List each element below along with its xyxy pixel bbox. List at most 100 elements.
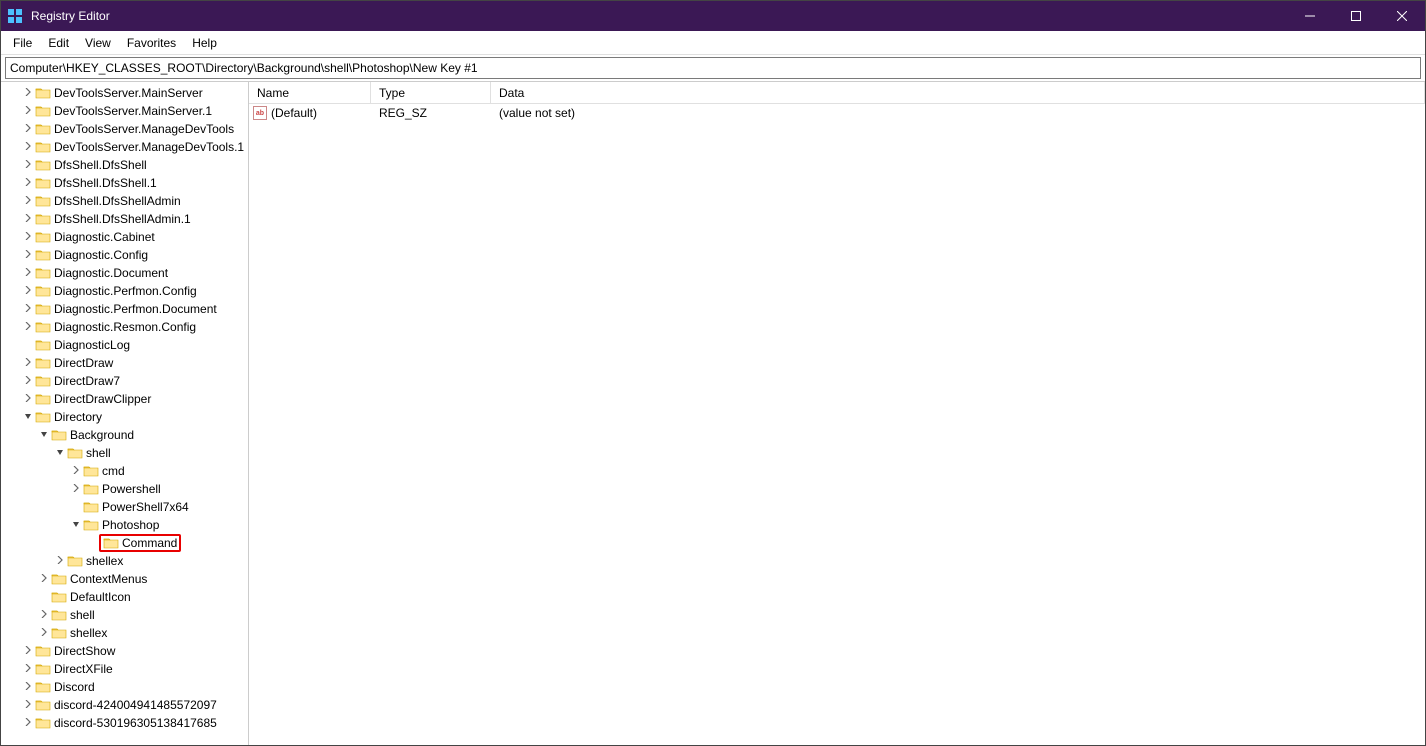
chevron-right-icon[interactable] — [21, 250, 35, 261]
tree-node[interactable]: DirectDraw — [1, 354, 248, 372]
chevron-right-icon[interactable] — [21, 214, 35, 225]
chevron-right-icon[interactable] — [21, 88, 35, 99]
folder-icon — [35, 320, 51, 334]
chevron-right-icon[interactable] — [21, 106, 35, 117]
chevron-right-icon[interactable] — [21, 394, 35, 405]
chevron-right-icon[interactable] — [21, 646, 35, 657]
tree-node[interactable]: shellex — [1, 552, 248, 570]
folder-icon — [51, 626, 67, 640]
tree-node[interactable]: Diagnostic.Document — [1, 264, 248, 282]
tree-node-label: DfsShell.DfsShell — [54, 158, 147, 172]
chevron-right-icon[interactable] — [37, 574, 51, 585]
tree-node[interactable]: Diagnostic.Resmon.Config — [1, 318, 248, 336]
chevron-right-icon[interactable] — [21, 268, 35, 279]
tree-node[interactable]: DefaultIcon — [1, 588, 248, 606]
tree-node[interactable]: Discord — [1, 678, 248, 696]
tree-node[interactable]: cmd — [1, 462, 248, 480]
folder-icon — [35, 716, 51, 730]
menu-favorites[interactable]: Favorites — [119, 33, 184, 53]
tree-node[interactable]: Diagnostic.Perfmon.Config — [1, 282, 248, 300]
tree-node[interactable]: discord-424004941485572097 — [1, 696, 248, 714]
chevron-right-icon[interactable] — [21, 718, 35, 729]
chevron-right-icon[interactable] — [37, 628, 51, 639]
tree-node[interactable]: DevToolsServer.MainServer.1 — [1, 102, 248, 120]
chevron-right-icon[interactable] — [53, 556, 67, 567]
minimize-button[interactable] — [1287, 1, 1333, 31]
tree-node[interactable]: Diagnostic.Perfmon.Document — [1, 300, 248, 318]
menu-file[interactable]: File — [5, 33, 40, 53]
header-data[interactable]: Data — [491, 82, 1425, 103]
chevron-right-icon[interactable] — [21, 124, 35, 135]
tree-node[interactable]: PowerShell7x64 — [1, 498, 248, 516]
folder-icon — [35, 662, 51, 676]
tree-panel[interactable]: DevToolsServer.MainServerDevToolsServer.… — [1, 82, 249, 745]
tree-node[interactable]: ContextMenus — [1, 570, 248, 588]
folder-icon — [67, 446, 83, 460]
chevron-right-icon[interactable] — [21, 358, 35, 369]
tree-node[interactable]: DfsShell.DfsShell — [1, 156, 248, 174]
tree-node[interactable]: DirectShow — [1, 642, 248, 660]
chevron-down-icon[interactable] — [37, 430, 51, 441]
chevron-down-icon[interactable] — [69, 520, 83, 531]
folder-icon — [35, 248, 51, 262]
chevron-right-icon[interactable] — [21, 286, 35, 297]
tree-node[interactable]: DevToolsServer.MainServer — [1, 84, 248, 102]
titlebar[interactable]: Registry Editor — [1, 1, 1425, 31]
tree-node[interactable]: DfsShell.DfsShellAdmin — [1, 192, 248, 210]
value-row[interactable]: ab(Default)REG_SZ(value not set) — [249, 104, 1425, 122]
tree-node[interactable]: Photoshop — [1, 516, 248, 534]
tree-node[interactable]: DfsShell.DfsShell.1 — [1, 174, 248, 192]
chevron-right-icon[interactable] — [21, 682, 35, 693]
chevron-right-icon[interactable] — [21, 196, 35, 207]
chevron-right-icon[interactable] — [21, 304, 35, 315]
tree-node[interactable]: shellex — [1, 624, 248, 642]
tree-node[interactable]: Directory — [1, 408, 248, 426]
tree-node-label: Photoshop — [102, 518, 159, 532]
menu-edit[interactable]: Edit — [40, 33, 77, 53]
chevron-down-icon[interactable] — [21, 412, 35, 423]
chevron-right-icon[interactable] — [21, 232, 35, 243]
tree-node[interactable]: DirectDrawClipper — [1, 390, 248, 408]
menu-help[interactable]: Help — [184, 33, 225, 53]
tree-node-label: Directory — [54, 410, 102, 424]
menu-view[interactable]: View — [77, 33, 119, 53]
chevron-right-icon[interactable] — [21, 178, 35, 189]
tree-node[interactable]: shell — [1, 444, 248, 462]
chevron-down-icon[interactable] — [53, 448, 67, 459]
close-button[interactable] — [1379, 1, 1425, 31]
tree-node[interactable]: DevToolsServer.ManageDevTools.1 — [1, 138, 248, 156]
maximize-button[interactable] — [1333, 1, 1379, 31]
chevron-right-icon[interactable] — [21, 160, 35, 171]
tree-node[interactable]: DevToolsServer.ManageDevTools — [1, 120, 248, 138]
header-name[interactable]: Name — [249, 82, 371, 103]
chevron-right-icon[interactable] — [37, 610, 51, 621]
tree-node[interactable]: Diagnostic.Cabinet — [1, 228, 248, 246]
tree-node[interactable]: Diagnostic.Config — [1, 246, 248, 264]
tree-node-label: DirectDrawClipper — [54, 392, 151, 406]
tree-node[interactable]: shell — [1, 606, 248, 624]
chevron-right-icon[interactable] — [21, 700, 35, 711]
tree-node[interactable]: discord-530196305138417685 — [1, 714, 248, 732]
tree-node[interactable]: Background — [1, 426, 248, 444]
chevron-right-icon[interactable] — [69, 484, 83, 495]
chevron-right-icon[interactable] — [21, 142, 35, 153]
folder-icon — [35, 392, 51, 406]
tree-node[interactable]: DirectDraw7 — [1, 372, 248, 390]
folder-icon — [35, 104, 51, 118]
chevron-right-icon[interactable] — [21, 664, 35, 675]
folder-icon — [35, 266, 51, 280]
chevron-right-icon[interactable] — [21, 322, 35, 333]
tree-node[interactable]: Command — [1, 534, 248, 552]
address-bar[interactable]: Computer\HKEY_CLASSES_ROOT\Directory\Bac… — [5, 57, 1421, 79]
header-type[interactable]: Type — [371, 82, 491, 103]
chevron-right-icon[interactable] — [21, 376, 35, 387]
chevron-right-icon[interactable] — [69, 466, 83, 477]
tree-node[interactable]: DiagnosticLog — [1, 336, 248, 354]
tree-node[interactable]: Powershell — [1, 480, 248, 498]
tree-node[interactable]: DfsShell.DfsShellAdmin.1 — [1, 210, 248, 228]
folder-icon — [35, 698, 51, 712]
registry-editor-window: Registry Editor File Edit View Favorites… — [0, 0, 1426, 746]
tree-node-label: Diagnostic.Resmon.Config — [54, 320, 196, 334]
tree-node[interactable]: DirectXFile — [1, 660, 248, 678]
folder-icon — [67, 554, 83, 568]
